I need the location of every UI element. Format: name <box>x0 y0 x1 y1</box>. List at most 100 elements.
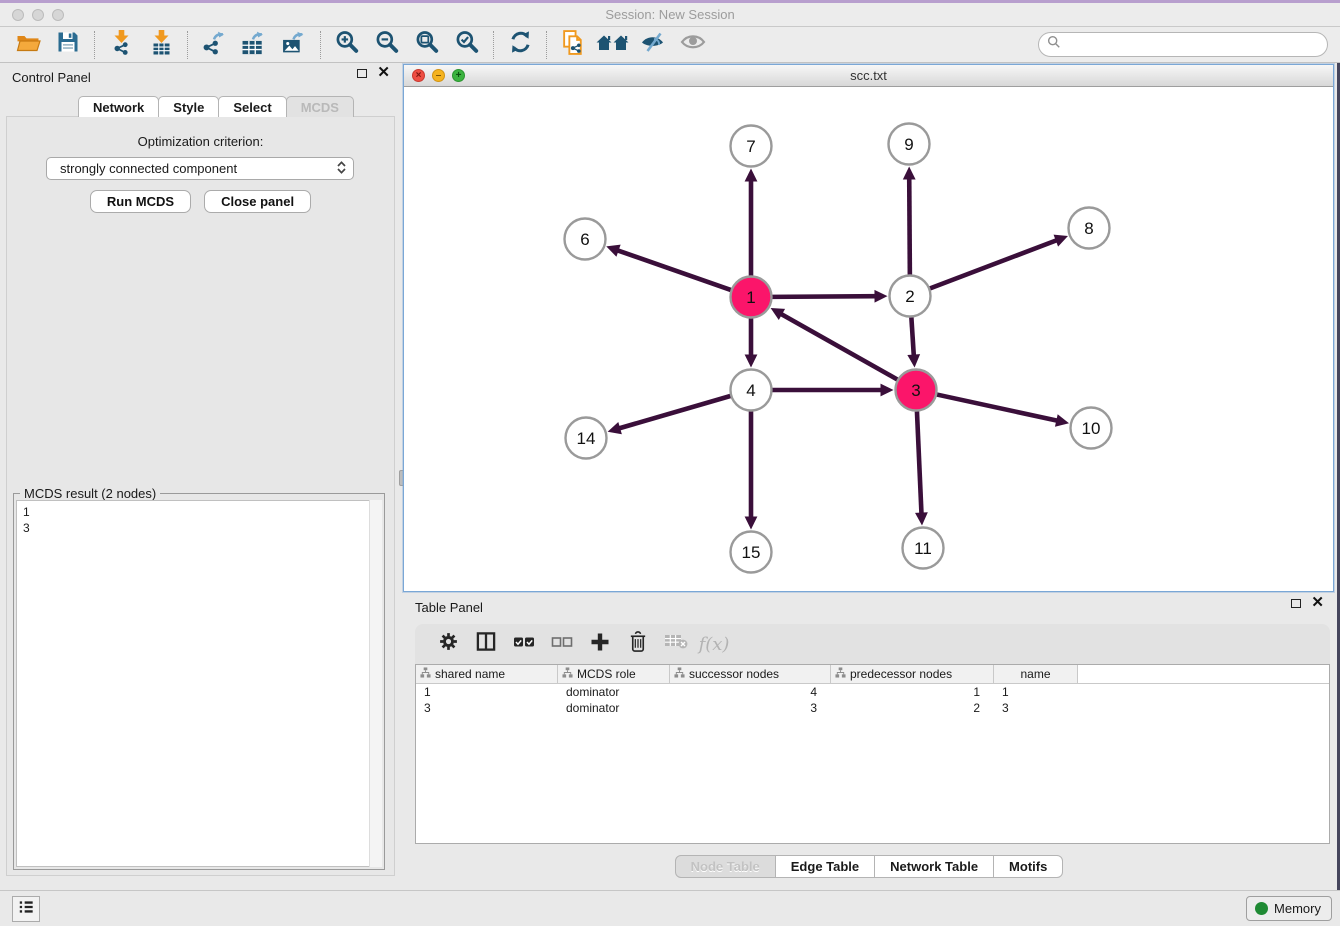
cell-MCDS-role: dominator <box>558 701 670 715</box>
column-header-MCDS-role[interactable]: MCDS role <box>558 665 670 683</box>
graph-edge-3-1[interactable] <box>771 308 898 379</box>
tab-node-table[interactable]: Node Table <box>675 855 776 878</box>
status-bar: Memory <box>0 890 1340 926</box>
search-box[interactable] <box>1038 32 1328 57</box>
svg-text:4: 4 <box>746 381 755 400</box>
tab-network-table[interactable]: Network Table <box>874 855 994 878</box>
save-session-button[interactable] <box>48 30 88 60</box>
float-panel-icon[interactable] <box>357 69 367 78</box>
column-header-name[interactable]: name <box>994 665 1078 683</box>
result-scrollbar[interactable] <box>369 500 382 867</box>
graph-edge-3-10[interactable] <box>937 395 1069 427</box>
minimize-view-icon[interactable]: – <box>432 69 445 82</box>
unselect-all-columns-button[interactable] <box>543 627 581 661</box>
memory-label: Memory <box>1274 901 1321 916</box>
tab-edge-table[interactable]: Edge Table <box>775 855 875 878</box>
mcds-result-list[interactable]: 13 <box>16 500 382 867</box>
close-table-panel-icon[interactable]: ✕ <box>1311 598 1324 608</box>
control-panel-title: Control Panel <box>12 70 91 85</box>
memory-button[interactable]: Memory <box>1246 896 1332 921</box>
task-history-button[interactable] <box>12 896 40 922</box>
float-table-panel-icon[interactable] <box>1291 599 1301 608</box>
select-all-columns-button[interactable] <box>505 627 543 661</box>
graph-edge-1-6[interactable] <box>606 245 730 290</box>
tab-style[interactable]: Style <box>158 96 219 117</box>
show-columns-button[interactable] <box>467 627 505 661</box>
close-window-icon[interactable] <box>12 9 24 21</box>
graph-node-10[interactable]: 10 <box>1071 408 1112 449</box>
tab-mcds[interactable]: MCDS <box>286 96 354 117</box>
network-overview-button[interactable] <box>553 30 593 60</box>
graph-edge-1-7[interactable] <box>745 169 758 276</box>
table-row[interactable]: 3dominator323 <box>416 700 1329 716</box>
graph-node-2[interactable]: 2 <box>890 276 931 317</box>
graph-node-8[interactable]: 8 <box>1069 208 1110 249</box>
graph-edge-1-2[interactable] <box>772 290 887 303</box>
tab-select[interactable]: Select <box>218 96 286 117</box>
add-column-button[interactable] <box>581 627 619 661</box>
graph-node-4[interactable]: 4 <box>731 370 772 411</box>
graph-edge-4-3[interactable] <box>773 384 894 397</box>
optimization-criterion-select[interactable]: strongly connected component <box>46 157 354 180</box>
mcds-result-title: MCDS result (2 nodes) <box>20 486 160 501</box>
export-table-button[interactable] <box>234 30 274 60</box>
table-settings-button[interactable] <box>429 627 467 661</box>
zoom-selected-button[interactable] <box>447 30 487 60</box>
toolbar-separator <box>187 31 188 59</box>
tab-network[interactable]: Network <box>78 96 159 117</box>
column-header-shared-name[interactable]: shared name <box>416 665 558 683</box>
export-network-button[interactable] <box>194 30 234 60</box>
toolbar-separator <box>94 31 95 59</box>
first-neighbors-button[interactable] <box>593 30 633 60</box>
search-input[interactable] <box>1061 37 1319 52</box>
graph-node-15[interactable]: 15 <box>731 532 772 573</box>
table-row[interactable]: 1dominator411 <box>416 684 1329 700</box>
graph-edge-1-4[interactable] <box>745 319 758 368</box>
graph-node-9[interactable]: 9 <box>889 124 930 165</box>
import-network-button[interactable] <box>101 30 141 60</box>
control-panel: Control Panel ✕ NetworkStyleSelectMCDS O… <box>0 64 400 890</box>
svg-text:10: 10 <box>1082 419 1101 438</box>
export-image-button[interactable] <box>274 30 314 60</box>
graph-node-6[interactable]: 6 <box>565 219 606 260</box>
graph-edge-3-11[interactable] <box>915 411 928 525</box>
column-header-predecessor-nodes[interactable]: predecessor nodes <box>831 665 994 683</box>
network-canvas[interactable]: 7 9 6 8 1 2 4 3 14 10 15 11 <box>404 87 1333 591</box>
trash-icon <box>629 631 647 657</box>
graph-edge-4-15[interactable] <box>745 412 758 530</box>
zoom-window-icon[interactable] <box>52 9 64 21</box>
tab-motifs[interactable]: Motifs <box>993 855 1063 878</box>
eye-icon <box>679 31 707 58</box>
import-table-button[interactable] <box>141 30 181 60</box>
graph-edge-4-14[interactable] <box>608 396 731 434</box>
open-session-button[interactable] <box>8 30 48 60</box>
graph-node-3[interactable]: 3 <box>896 370 937 411</box>
apply-layout-button[interactable] <box>500 30 540 60</box>
graph-node-7[interactable]: 7 <box>731 126 772 167</box>
column-header-successor-nodes[interactable]: successor nodes <box>670 665 831 683</box>
close-view-icon[interactable]: × <box>412 69 425 82</box>
table-panel: Table Panel ✕ f(x) shared nameMCDS roles… <box>403 594 1334 888</box>
close-panel-button[interactable]: Close panel <box>204 190 311 213</box>
graph-edge-2-9[interactable] <box>903 166 916 274</box>
run-mcds-button[interactable]: Run MCDS <box>90 190 191 213</box>
cell-successor-nodes: 4 <box>670 685 831 699</box>
graph-node-11[interactable]: 11 <box>903 528 944 569</box>
zoom-in-button[interactable] <box>327 30 367 60</box>
zoom-view-icon[interactable]: + <box>452 69 465 82</box>
delete-table-button <box>657 627 695 661</box>
zoom-out-button[interactable] <box>367 30 407 60</box>
graph-node-14[interactable]: 14 <box>566 418 607 459</box>
column-type-icon <box>562 667 573 681</box>
delete-column-button[interactable] <box>619 627 657 661</box>
graph-edge-2-3[interactable] <box>907 317 920 367</box>
zoom-fit-button[interactable] <box>407 30 447 60</box>
minimize-window-icon[interactable] <box>32 9 44 21</box>
show-all-button[interactable] <box>673 30 713 60</box>
graph-node-1[interactable]: 1 <box>731 277 772 318</box>
check-pair-icon <box>513 635 535 654</box>
graph-edge-2-8[interactable] <box>930 235 1068 289</box>
hide-selected-button[interactable] <box>633 30 673 60</box>
close-panel-icon[interactable]: ✕ <box>377 68 390 78</box>
network-window-titlebar[interactable]: ×–+ scc.txt <box>404 65 1333 87</box>
